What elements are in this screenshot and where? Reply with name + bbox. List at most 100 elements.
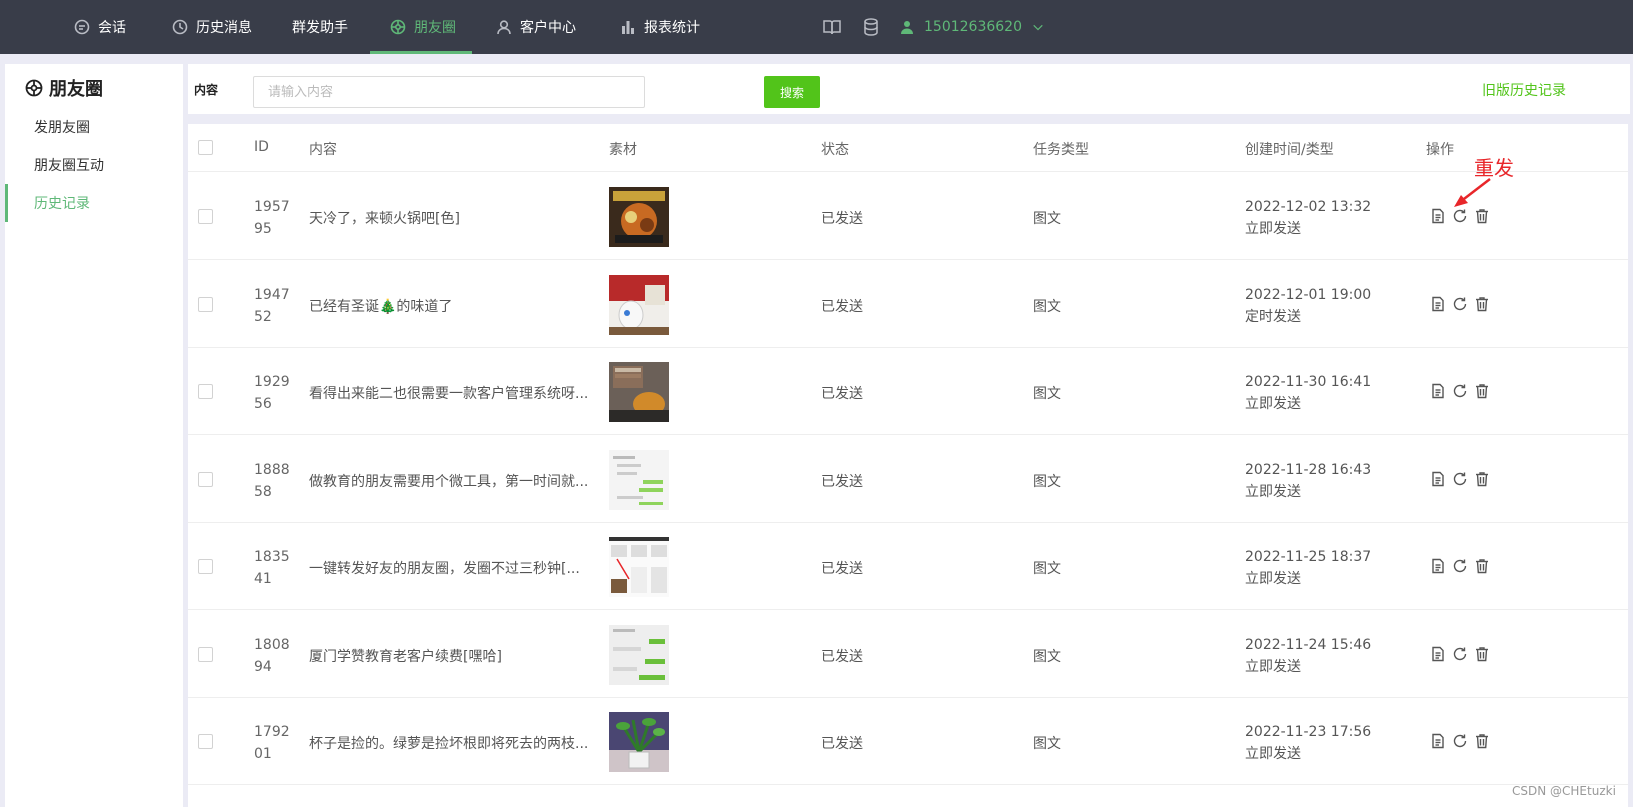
resend-icon[interactable] <box>1452 383 1468 399</box>
delete-icon[interactable] <box>1474 558 1490 574</box>
table-row: 180894 厦门学赞教育老客户续费[嘿哈] 已发送 图文 2022-11-24 15:… <box>188 610 1628 698</box>
row-send-type: 立即发送 <box>1245 483 1301 500</box>
table-row: 195795 天冷了，来顿火锅吧[色] 已发送 图文 2022-12-02 13:32 立… <box>188 172 1628 260</box>
sidebar-title: 朋友圈 <box>25 76 103 100</box>
book-icon[interactable] <box>822 17 842 37</box>
resend-icon[interactable] <box>1452 646 1468 662</box>
nav-tab-history[interactable]: 历史消息 <box>172 0 252 54</box>
row-created: 2022-11-25 18:37 立即发送 <box>1245 546 1371 590</box>
row-task-type: 图文 <box>1033 298 1061 315</box>
search-button[interactable]: 搜索 <box>764 76 820 108</box>
row-material-thumbnail[interactable] <box>609 449 669 510</box>
row-send-type: 定时发送 <box>1245 308 1301 325</box>
delete-icon[interactable] <box>1474 733 1490 749</box>
nav-tab-chat[interactable]: 会话 <box>74 0 126 54</box>
row-material-thumbnail[interactable] <box>609 274 669 335</box>
detail-icon[interactable] <box>1430 558 1446 574</box>
sidebar-item-post-moment[interactable]: 发朋友圈 <box>5 108 183 146</box>
row-status: 已发送 <box>821 561 863 577</box>
search-input[interactable] <box>253 76 645 108</box>
delete-icon[interactable] <box>1474 471 1490 487</box>
detail-icon[interactable] <box>1430 471 1446 487</box>
top-navbar: 会话 历史消息 群发助手 朋友圈 客户中心 报表统计 15012636620 <box>0 0 1633 54</box>
row-created-time: 2022-11-28 16:43 <box>1245 461 1372 478</box>
row-send-type: 立即发送 <box>1245 658 1301 675</box>
row-material-thumbnail[interactable] <box>609 537 669 597</box>
bar-chart-icon <box>622 21 634 34</box>
row-status: 已发送 <box>821 298 863 315</box>
row-content[interactable]: 厦门学赞教育老客户续费[嘿哈] <box>309 646 589 666</box>
row-created: 2022-12-01 19:00 定时发送 <box>1245 284 1371 328</box>
table-header: ID 内容 素材 状态 任务类型 创建时间/类型 操作 <box>188 124 1628 172</box>
row-content[interactable]: 一键转发好友的朋友圈，发圈不过三秒钟[... <box>309 558 589 578</box>
row-actions <box>1430 646 1490 662</box>
header-status: 状态 <box>821 142 849 158</box>
resend-icon[interactable] <box>1452 558 1468 574</box>
nav-tab-label: 历史消息 <box>196 20 252 36</box>
sidebar-item-label: 朋友圈互动 <box>34 158 104 174</box>
chevron-down-icon <box>1033 24 1043 31</box>
annotation-arrow-icon <box>1454 178 1491 207</box>
table-row: 194752 已经有圣诞🎄的味道了 已发送 图文 2022-12-01 19:00 定时发… <box>188 260 1628 348</box>
row-material-thumbnail[interactable] <box>609 187 669 247</box>
row-send-type: 立即发送 <box>1245 746 1301 762</box>
row-actions <box>1430 296 1490 312</box>
row-material-thumbnail[interactable] <box>609 362 669 422</box>
table-row: 188858 做教育的朋友需要用个微工具，第一时间就... 已发送 图文 2022-11… <box>188 435 1628 523</box>
nav-tab-moments[interactable]: 朋友圈 <box>390 0 456 54</box>
row-content[interactable]: 杯子是捡的。绿萝是捡坏根即将死去的两枝... <box>309 733 589 753</box>
row-checkbox[interactable] <box>198 471 213 487</box>
row-checkbox[interactable] <box>198 296 213 312</box>
nav-tab-customers[interactable]: 客户中心 <box>496 0 576 54</box>
row-content[interactable]: 做教育的朋友需要用个微工具，第一时间就... <box>309 471 589 491</box>
resend-icon[interactable] <box>1452 471 1468 487</box>
row-checkbox[interactable] <box>198 559 213 574</box>
detail-icon[interactable] <box>1430 296 1446 312</box>
header-material: 素材 <box>609 142 637 158</box>
row-created: 2022-11-23 17:56 立即发送 <box>1245 721 1371 765</box>
nav-tab-broadcast[interactable]: 群发助手 <box>292 0 348 54</box>
row-status: 已发送 <box>821 736 863 752</box>
nav-tab-reports[interactable]: 报表统计 <box>620 0 700 54</box>
row-checkbox[interactable] <box>198 734 213 749</box>
row-status: 已发送 <box>821 211 863 227</box>
user-menu[interactable]: 15012636620 <box>900 0 1044 54</box>
row-id: 195795 <box>254 199 290 237</box>
row-actions <box>1430 733 1490 749</box>
row-id: 180894 <box>254 636 290 675</box>
row-material-thumbnail[interactable] <box>609 624 669 685</box>
detail-icon[interactable] <box>1430 733 1446 749</box>
table-row: 192956 看得出来能二也很需要一款客户管理系统呀... 已发送 图文 2022-11… <box>188 347 1628 435</box>
delete-icon[interactable] <box>1474 383 1490 399</box>
table-row: 183541 一键转发好友的朋友圈，发圈不过三秒钟[... 已发送 图文 2022-11… <box>188 522 1628 610</box>
delete-icon[interactable] <box>1474 296 1490 312</box>
resend-icon[interactable] <box>1452 733 1468 749</box>
row-material-thumbnail[interactable] <box>609 712 669 772</box>
row-content[interactable]: 看得出来能二也很需要一款客户管理系统呀... <box>309 383 589 403</box>
resend-icon[interactable] <box>1452 296 1468 312</box>
row-checkbox[interactable] <box>198 646 213 662</box>
row-id: 188858 <box>254 461 290 500</box>
nav-tab-label: 朋友圈 <box>414 20 456 36</box>
detail-icon[interactable] <box>1430 383 1446 399</box>
search-label: 内容 <box>194 83 219 97</box>
row-content[interactable]: 已经有圣诞🎄的味道了 <box>309 296 589 316</box>
delete-icon[interactable] <box>1474 208 1490 224</box>
sidebar-item-history[interactable]: 历史记录 <box>5 184 183 222</box>
detail-icon[interactable] <box>1430 646 1446 662</box>
active-tab-indicator <box>370 51 472 54</box>
table-row: 179201 杯子是捡的。绿萝是捡坏根即将死去的两枝... 已发送 图文 2022-11… <box>188 697 1628 785</box>
row-task-type: 图文 <box>1033 473 1061 490</box>
resend-icon[interactable] <box>1452 208 1468 224</box>
database-icon[interactable] <box>861 17 881 37</box>
row-content[interactable]: 天冷了，来顿火锅吧[色] <box>309 208 589 228</box>
old-history-link[interactable]: 旧版历史记录 <box>1482 80 1566 100</box>
row-checkbox[interactable] <box>198 384 213 399</box>
row-checkbox[interactable] <box>198 209 213 224</box>
select-all-checkbox[interactable] <box>198 140 213 155</box>
sidebar-item-moment-interaction[interactable]: 朋友圈互动 <box>5 146 183 184</box>
detail-icon[interactable] <box>1430 208 1446 224</box>
row-created-time: 2022-11-30 16:41 <box>1245 374 1372 390</box>
row-send-type: 立即发送 <box>1245 396 1301 412</box>
delete-icon[interactable] <box>1474 646 1490 662</box>
